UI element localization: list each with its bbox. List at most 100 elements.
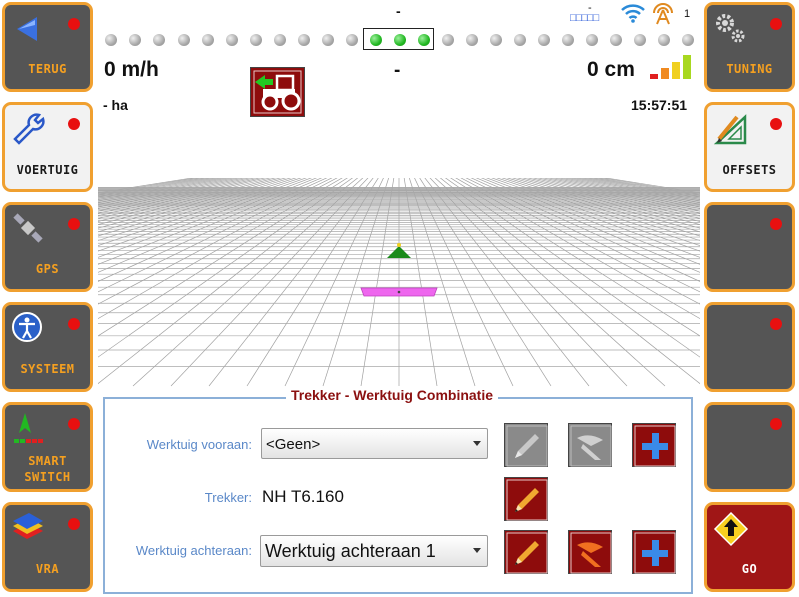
satellite-icon: [13, 213, 43, 243]
front-implement-select[interactable]: <Geen>: [261, 428, 488, 459]
lightbar-led: [538, 34, 550, 46]
lightbar-led-active: [370, 34, 382, 46]
front-implement-value: <Geen>: [266, 436, 321, 453]
front-implement-label: Werktuig vooraan:: [146, 437, 252, 452]
lightbar-led: [129, 34, 141, 46]
grid-line: [246, 178, 397, 387]
offsets-button[interactable]: OFFSETS: [704, 102, 795, 192]
go-button[interactable]: GO: [704, 502, 795, 592]
tractor-marker: [387, 246, 411, 258]
tractor-label: Trekker:: [204, 490, 252, 505]
scissors-icon: [570, 425, 612, 467]
add-front-implement-button[interactable]: [632, 423, 676, 467]
center-readout: -: [394, 60, 401, 81]
status-dot: [68, 218, 80, 230]
lightbar-led: [274, 34, 286, 46]
status-dot: [770, 118, 782, 130]
correction-boxes: □□□□□: [570, 12, 599, 24]
lightbar-led: [153, 34, 165, 46]
top-status-dash: -: [396, 3, 401, 19]
tractor-implement-panel: Trekker - Werktuig Combinatie Werktuig v…: [103, 387, 693, 594]
grid-line: [401, 178, 552, 387]
delete-rear-implement-button[interactable]: [568, 530, 612, 574]
lightbar-led: [490, 34, 502, 46]
lightbar-led: [682, 34, 694, 46]
scissors-icon: [570, 532, 612, 574]
grid-line: [406, 178, 700, 387]
lightbar-led: [322, 34, 334, 46]
grid-line: [98, 178, 389, 387]
pencil-icon: [506, 532, 548, 574]
antenna-icon: [653, 3, 673, 25]
lightbar-led: [562, 34, 574, 46]
lightbar-led: [250, 34, 262, 46]
grid-line: [98, 178, 387, 387]
grid-line: [403, 178, 628, 387]
go-button-label: GO: [741, 562, 758, 576]
empty-right-button-4[interactable]: [704, 302, 795, 392]
lightbar-led-active: [418, 34, 430, 46]
lightbar-led: [634, 34, 646, 46]
rear-implement-select[interactable]: Werktuig achteraan 1: [260, 535, 488, 567]
accessibility-icon: [12, 312, 42, 342]
gps-button-label: GPS: [35, 262, 60, 276]
chevron-down-icon: [473, 548, 481, 553]
smart-switch-button-label: SMART SWITCH: [24, 454, 71, 484]
field-3d-view[interactable]: [98, 118, 700, 388]
vehicle-button-label: VOERTUIG: [16, 163, 79, 177]
wrench-icon: [13, 113, 45, 145]
vra-button-label: VRA: [35, 562, 60, 576]
edit-front-implement-button[interactable]: [504, 423, 548, 467]
system-button[interactable]: SYSTEEM: [2, 302, 93, 392]
chevron-down-icon: [473, 440, 481, 446]
tuning-button-label: TUNING: [726, 62, 773, 76]
empty-right-button-5[interactable]: [704, 402, 795, 492]
clock: 15:57:51: [631, 97, 688, 113]
status-dot: [68, 418, 80, 430]
satellite-count: 1: [684, 8, 691, 20]
grid-line: [98, 178, 381, 387]
lightbar-led: [178, 34, 190, 46]
lightbar-led: [658, 34, 670, 46]
lightbar-led: [442, 34, 454, 46]
grid-line: [417, 178, 700, 387]
lightbar-led: [105, 34, 117, 46]
smart-switch-button[interactable]: SMART SWITCH: [2, 402, 93, 492]
grid-line: [411, 178, 700, 387]
status-dot: [770, 418, 782, 430]
gears-icon: [716, 14, 745, 43]
status-dot: [770, 218, 782, 230]
smart-switch-icon: [14, 413, 43, 443]
lightbar-led-active: [394, 34, 406, 46]
gps-antenna-marker: [397, 243, 401, 247]
grid-line: [410, 178, 700, 387]
pencil-icon: [506, 425, 548, 467]
area-readout: - ha: [103, 97, 128, 113]
lightbar-led: [586, 34, 598, 46]
lightbar-led: [226, 34, 238, 46]
lightbar-led: [202, 34, 214, 46]
tractor-view-button[interactable]: [250, 67, 305, 117]
add-rear-implement-button[interactable]: [632, 530, 676, 574]
lightbar-led: [514, 34, 526, 46]
tuning-button[interactable]: TUNING: [704, 2, 795, 92]
status-dot: [68, 518, 80, 530]
lightbar-led: [466, 34, 478, 46]
offsets-button-label: OFFSETS: [722, 163, 777, 177]
offset-readout: 0 cm: [587, 58, 635, 81]
delete-front-implement-button[interactable]: [568, 423, 612, 467]
edit-rear-implement-button[interactable]: [504, 530, 548, 574]
lightbar-led: [610, 34, 622, 46]
edit-tractor-button[interactable]: [504, 477, 548, 521]
lightbar-led: [298, 34, 310, 46]
hitch-point: [397, 290, 401, 294]
grid-line: [98, 178, 388, 387]
grid-line: [409, 178, 700, 387]
go-arrow-icon: [713, 511, 749, 547]
vra-button[interactable]: VRA: [2, 502, 93, 592]
empty-right-button-3[interactable]: [704, 202, 795, 292]
gps-button[interactable]: GPS: [2, 202, 93, 292]
status-dot: [68, 318, 80, 330]
back-button[interactable]: TERUG: [2, 2, 93, 92]
vehicle-button[interactable]: VOERTUIG: [2, 102, 93, 192]
